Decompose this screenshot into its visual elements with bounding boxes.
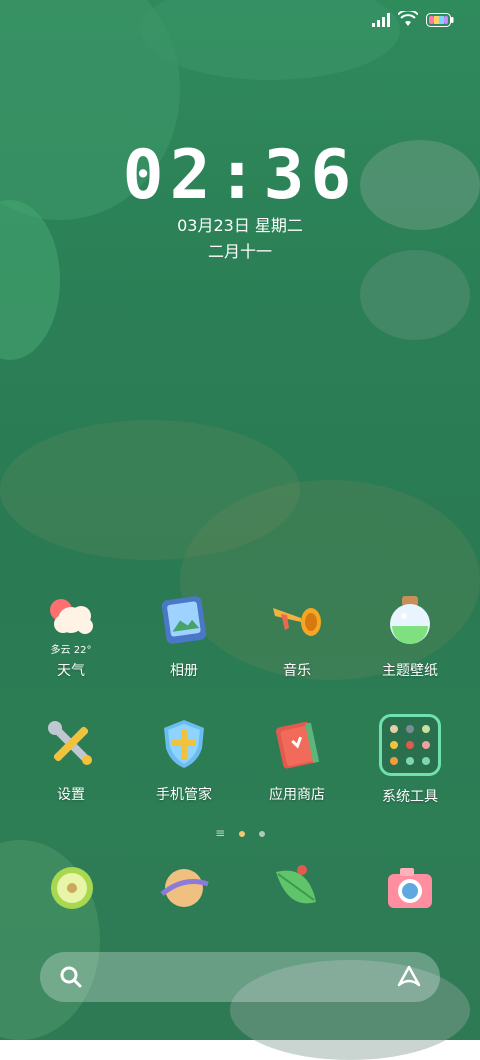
- app-label: 天气: [57, 663, 85, 679]
- gallery-icon: [154, 590, 214, 650]
- page-dot-current: [239, 830, 246, 837]
- wifi-icon: [397, 9, 419, 31]
- browser-icon: [154, 869, 214, 922]
- app-weather[interactable]: 多云 22° 天气: [19, 590, 123, 680]
- search-icon[interactable]: [60, 966, 82, 992]
- settings-icon: [41, 714, 101, 774]
- page-indicator[interactable]: ≡: [0, 826, 480, 840]
- security-icon: [154, 714, 214, 774]
- app-label: 相册: [170, 663, 198, 679]
- clock-date: 03月23日 星期二: [177, 216, 303, 235]
- app-security[interactable]: 手机管家: [132, 714, 236, 804]
- dock-messages[interactable]: [268, 858, 328, 918]
- app-settings[interactable]: 设置: [19, 714, 123, 804]
- lunar-date: 二月十一: [207, 242, 272, 261]
- app-store-icon: [267, 714, 327, 774]
- app-music[interactable]: 音乐: [245, 590, 349, 680]
- themes-icon: [380, 590, 440, 650]
- system-tools-folder-icon: [379, 714, 441, 776]
- weather-subtext: 多云 22°: [50, 645, 92, 656]
- weather-icon: 多云 22°: [41, 590, 101, 656]
- app-label: 手机管家: [156, 787, 212, 803]
- app-label: 系统工具: [382, 789, 438, 805]
- app-label: 应用商店: [269, 787, 325, 803]
- dock-camera[interactable]: [380, 858, 440, 918]
- music-icon: [267, 590, 327, 650]
- app-label: 主题壁纸: [382, 663, 438, 679]
- app-themes[interactable]: 主题壁纸: [358, 590, 462, 680]
- app-label: 设置: [57, 787, 85, 803]
- phone-icon: [42, 867, 102, 922]
- dock-browser[interactable]: [154, 858, 214, 918]
- page-list-icon: ≡: [215, 826, 226, 840]
- cellular-signal-icon: [372, 12, 390, 31]
- folder-system-tools[interactable]: 系统工具: [358, 714, 462, 806]
- messages-icon: [268, 865, 328, 922]
- search-bar[interactable]: [40, 952, 440, 1002]
- app-store[interactable]: 应用商店: [245, 714, 349, 804]
- status-bar: [372, 9, 454, 32]
- battery-icon: [426, 12, 454, 31]
- dock-phone[interactable]: [42, 858, 102, 918]
- assistant-icon[interactable]: [396, 964, 422, 994]
- camera-icon: [380, 868, 440, 922]
- app-gallery[interactable]: 相册: [132, 590, 236, 680]
- clock-time[interactable]: 02:36: [0, 136, 480, 215]
- app-label: 音乐: [283, 663, 311, 679]
- page-dot: [258, 830, 265, 837]
